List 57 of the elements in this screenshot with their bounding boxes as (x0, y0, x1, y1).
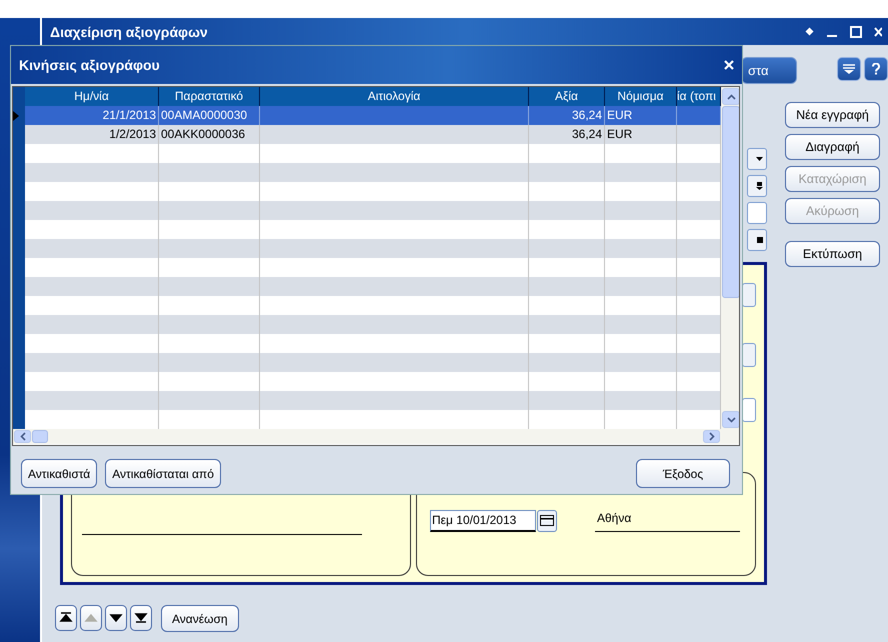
chevron-up-icon (726, 94, 736, 100)
calendar-icon (540, 515, 554, 526)
input-field[interactable] (747, 202, 767, 224)
menu-button[interactable] (837, 57, 861, 81)
scroll-down-button[interactable] (722, 411, 739, 428)
help-icon (872, 63, 880, 75)
chevron-right-icon (708, 432, 714, 441)
scroll-thumb[interactable] (722, 106, 739, 298)
close-icon[interactable] (874, 26, 882, 38)
small-button[interactable] (747, 229, 767, 251)
table-row[interactable]: 21/1/2013 00AMA0000030 36,24 EUR (13, 106, 721, 125)
table-cell: EUR (607, 127, 632, 141)
table-cell: EUR (607, 108, 632, 122)
calendar-button[interactable] (537, 510, 557, 532)
dialog-title: Κινήσεις αξιογράφου (19, 57, 161, 73)
scroll-left-button[interactable] (14, 430, 31, 443)
dropdown-button[interactable] (747, 148, 767, 170)
window-title: Διαχείριση αξιογράφων (50, 24, 209, 40)
table-row[interactable]: 1/2/2013 00AKK0000036 36,24 EUR (13, 125, 721, 144)
scroll-right-button[interactable] (703, 430, 720, 443)
dropdown-button[interactable] (747, 175, 767, 197)
chevron-down-icon (726, 416, 736, 422)
table-cell: 36,24 (572, 108, 602, 122)
square-icon (757, 237, 763, 243)
horizontal-scrollbar[interactable] (13, 429, 739, 444)
chevron-left-icon (20, 432, 26, 441)
caret-icon (756, 157, 763, 161)
row-pointer-icon (13, 110, 19, 120)
help-button[interactable] (864, 57, 888, 81)
table-cell: 1/2/2013 (109, 127, 156, 141)
date-field[interactable]: Πεμ 10/01/2013 (430, 510, 536, 532)
dialog-button[interactable]: Αντικαθιστά (21, 459, 98, 488)
action-button[interactable]: Νέα εγγραφή (785, 102, 880, 128)
menu-icon (843, 64, 855, 74)
caret-icon (756, 182, 763, 190)
scroll-thumb[interactable] (32, 430, 48, 443)
close-icon[interactable] (724, 60, 734, 70)
down-button[interactable] (105, 605, 127, 631)
table-cell: 21/1/2013 (102, 108, 156, 122)
dialog-button[interactable]: Έξοδος (636, 459, 730, 488)
input-field[interactable] (742, 398, 756, 422)
action-button[interactable]: Διαγραφή (785, 134, 880, 160)
table-cell: 00AKK0000036 (161, 127, 246, 141)
table-cell: 00AMA0000030 (161, 108, 248, 122)
table-cell: 36,24 (572, 127, 602, 141)
vertical-scrollbar[interactable] (721, 87, 739, 429)
city-text: Αθήνα (595, 509, 740, 532)
corner-header (13, 87, 25, 106)
toolbar-button[interactable]: στα (741, 57, 797, 84)
scroll-up-button[interactable] (722, 88, 739, 105)
last-button[interactable] (130, 605, 152, 631)
dialog-button[interactable]: Αντικαθίσταται από (105, 459, 221, 488)
refresh-button[interactable]: Ανανέωση (161, 605, 239, 632)
pin-icon[interactable] (805, 27, 814, 36)
first-button[interactable] (55, 605, 77, 631)
action-button[interactable]: Εκτύπωση (785, 241, 880, 267)
maximize-icon[interactable] (850, 26, 862, 38)
